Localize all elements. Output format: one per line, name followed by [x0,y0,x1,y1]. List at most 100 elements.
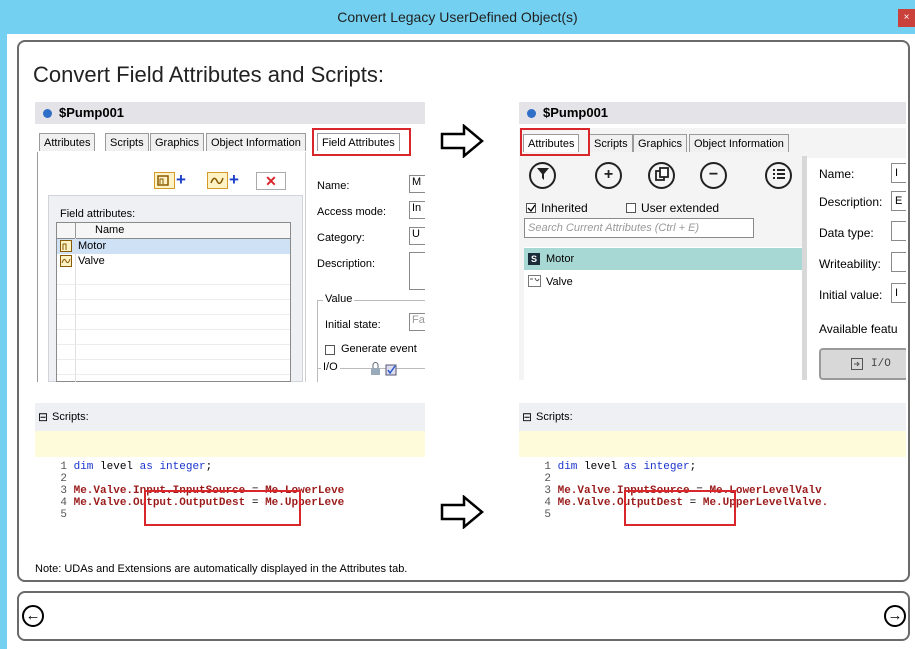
data-type-select[interactable] [891,221,906,241]
collapse-icon[interactable]: ⊟ [38,410,48,424]
search-input[interactable]: Search Current Attributes (Ctrl + E) [524,218,754,238]
scripts-label: Scripts: [52,411,89,423]
initial-state-label: Initial state: [325,319,381,331]
initial-value-field[interactable]: I [891,283,906,303]
grid-header-name: Name [95,224,125,236]
tab-scripts[interactable]: Scripts [105,133,149,151]
add-attribute-icon[interactable]: + [595,162,622,189]
tab-border [37,152,38,382]
search-placeholder: Search Current Attributes (Ctrl + E) [528,222,700,234]
tab-graphics[interactable]: Graphics [150,133,205,151]
access-mode-select[interactable]: In [409,201,425,219]
arrow-right-icon [440,495,484,529]
description-field[interactable]: E [891,191,906,211]
row-name: Valve [546,276,573,288]
line-number: 1 [60,461,67,473]
highlight-old-references [144,490,301,526]
inherited-checkbox[interactable] [526,203,536,213]
object-header: $Pump001 [519,102,906,124]
value-group-border [317,300,318,382]
access-mode-label: Access mode: [317,206,387,218]
arrow-right-icon [440,124,484,158]
legacy-object-editor: $Pump001 Attributes Scripts Graphics Obj… [35,102,425,382]
line-number: 4 [60,497,67,509]
discrete-attribute-icon [60,240,72,252]
legacy-scripts-panel: ⊟ Scripts: 1 dim level as integer; 2 3 Me… [35,403,425,543]
object-name: $Pump001 [59,105,125,120]
tab-object-information[interactable]: Object Information [206,133,306,151]
code-line[interactable]: 1 dim level as integer; [539,461,906,473]
code-token: Me.Valve [73,485,127,497]
collapse-icon[interactable]: ⊟ [522,410,532,424]
line-number: 1 [544,461,551,473]
list-item[interactable]: Motor [57,239,290,254]
attribute-list[interactable]: S Motor Valve [524,247,802,380]
generate-events-checkbox[interactable] [325,345,335,355]
grid-line [57,344,290,345]
code-line[interactable]: 2 [539,473,906,485]
code-token: ; [205,461,213,473]
io-group-label: I/O [321,361,340,373]
code-token: as [623,461,637,473]
tab-scripts[interactable]: Scripts [589,134,633,152]
tab-attributes[interactable]: Attributes [39,133,96,151]
generate-events-label: Generate event [341,343,417,355]
field-attributes-grid[interactable]: Name Motor Valve [56,222,291,382]
row-name: Motor [546,253,575,265]
grid-line [57,299,290,300]
tab-object-information[interactable]: Object Information [689,134,789,152]
name-field[interactable]: M [409,175,425,193]
initial-state-select[interactable]: Fa [409,313,425,331]
window-frame [0,34,7,649]
code-line[interactable]: 1 dim level as integer; [55,461,425,473]
analog-attribute-icon [60,255,72,267]
grid-header-row: Name [57,223,290,239]
script-toolbar-area [519,431,906,457]
io-feature-button[interactable]: I/O [819,348,906,380]
user-extended-checkbox[interactable] [626,203,636,213]
title-bar: Convert Legacy UserDefined Object(s) [0,0,915,34]
add-analog-attribute-icon[interactable] [207,172,228,189]
next-button[interactable]: → [884,605,906,627]
category-select[interactable]: U [409,227,425,245]
highlight-new-references [624,490,736,526]
object-status-icon [527,109,536,118]
navigation-bar [17,591,910,641]
list-item[interactable]: Valve [57,254,290,269]
code-token: level [93,461,140,473]
name-label: Name: [819,167,855,181]
back-button[interactable]: ← [22,605,44,627]
writeability-select[interactable] [891,252,906,272]
filter-icon[interactable] [529,162,556,189]
converted-object-editor: $Pump001 Attributes Scripts Graphics Obj… [519,102,906,380]
code-token: as [139,461,153,473]
code-token: dim [73,461,94,473]
scripts-header[interactable]: ⊟ Scripts: [519,403,906,431]
code-line[interactable]: 2 [55,473,425,485]
description-field[interactable] [409,252,425,290]
lock-icon [371,362,397,376]
list-view-icon[interactable] [765,162,792,189]
scripts-header[interactable]: ⊟ Scripts: [35,403,425,431]
close-button[interactable]: × [898,9,915,27]
grid-col-divider [75,238,76,382]
grid-line [57,359,290,360]
grid-line [57,329,290,330]
pane-divider [305,152,306,382]
io-icon [851,358,863,370]
grid-line [57,314,290,315]
list-item[interactable]: S Motor [524,248,802,270]
list-item[interactable]: Valve [524,271,802,293]
grid-line [57,374,290,375]
remove-attribute-icon[interactable]: − [700,162,727,189]
duplicate-attribute-icon[interactable] [648,162,675,189]
code-token: integer [159,461,206,473]
splitter[interactable] [802,156,807,380]
name-field[interactable]: I [891,163,906,183]
delete-icon[interactable]: ✕ [256,172,286,190]
tab-graphics[interactable]: Graphics [633,134,688,152]
grid-line [57,284,290,285]
line-number: 5 [544,509,551,521]
data-type-label: Data type: [819,226,874,240]
add-discrete-attribute-icon[interactable] [154,172,175,189]
